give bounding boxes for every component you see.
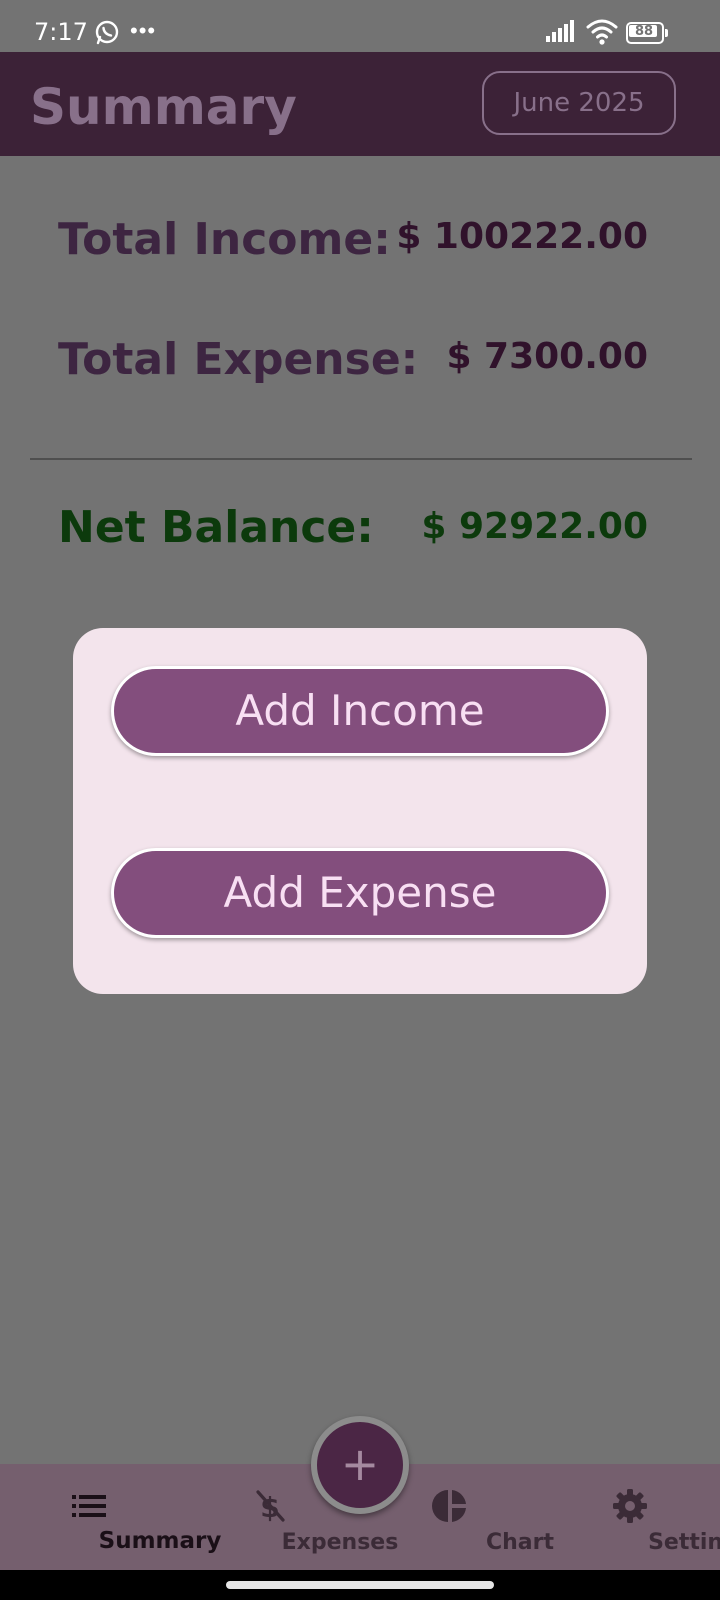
more-dots-icon: •••: [130, 18, 157, 43]
pie-chart-icon: [432, 1490, 466, 1522]
list-icon: [72, 1495, 106, 1517]
app-bar: Summary June 2025: [0, 52, 720, 156]
total-income-value: $ 100222.00: [396, 216, 648, 257]
home-gesture-bar[interactable]: [226, 1581, 494, 1589]
net-balance-label: Net Balance:: [58, 502, 374, 553]
add-income-button[interactable]: Add Income: [111, 666, 609, 756]
summary-divider: [30, 458, 692, 460]
nav-item-settings[interactable]: Settings: [560, 1464, 720, 1570]
total-expense-value: $ 7300.00: [446, 336, 648, 377]
whatsapp-icon: [95, 20, 119, 45]
status-time: 7:17: [34, 18, 88, 46]
month-selector-button[interactable]: June 2025: [482, 71, 676, 135]
gear-icon: [613, 1489, 647, 1523]
signal-icon: [546, 20, 574, 42]
total-expense-label: Total Expense:: [58, 334, 419, 385]
system-navigation-area: [0, 1570, 720, 1600]
add-entry-dialog: Add Income Add Expense: [73, 628, 647, 994]
plus-icon: +: [340, 1437, 380, 1491]
money-off-icon: $: [256, 1490, 285, 1524]
nav-label-settings: Settings: [648, 1530, 720, 1555]
battery-icon: 88: [626, 22, 668, 44]
total-income-label: Total Income:: [58, 214, 391, 265]
wifi-icon: [586, 19, 618, 45]
page-title: Summary: [30, 78, 297, 136]
status-bar: 7:17 ••• 88: [0, 0, 720, 52]
nav-item-summary[interactable]: Summary: [20, 1464, 221, 1570]
battery-level: 88: [634, 24, 654, 39]
add-expense-button[interactable]: Add Expense: [111, 848, 609, 938]
net-balance-value: $ 92922.00: [421, 506, 648, 547]
add-fab-button[interactable]: +: [311, 1416, 409, 1514]
